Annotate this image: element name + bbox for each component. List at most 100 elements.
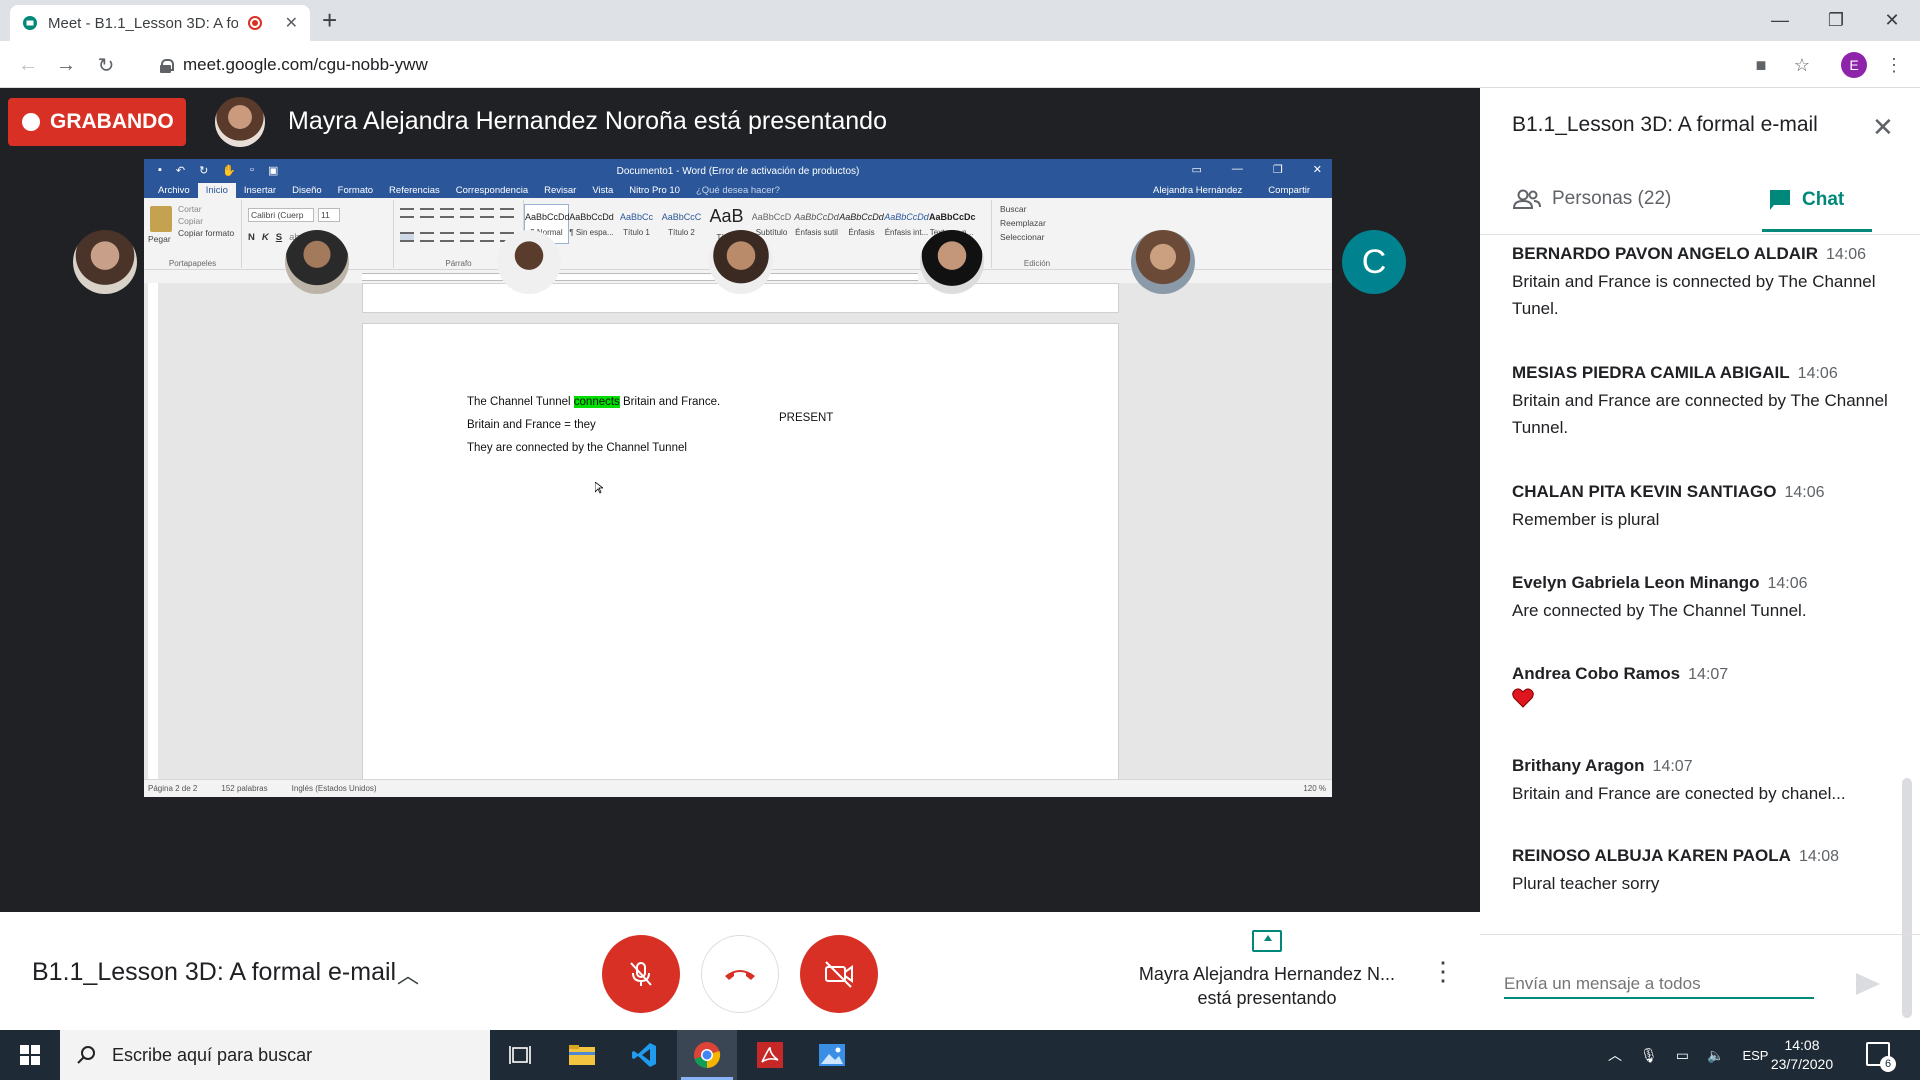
tab-people[interactable]: Personas (22): [1512, 188, 1671, 210]
menu-vista[interactable]: Vista: [584, 183, 621, 198]
paste-icon[interactable]: [150, 206, 172, 232]
word-restore-icon[interactable]: ❐: [1273, 163, 1283, 176]
taskbar-clock[interactable]: 14:08 23/7/2020: [1760, 1036, 1844, 1074]
style-emphasis[interactable]: AaBbCcDd Énfasis: [839, 204, 884, 244]
browser-menu-icon[interactable]: ⋮: [1882, 53, 1906, 77]
minimize-window-icon[interactable]: —: [1752, 0, 1808, 41]
multilevel-icon[interactable]: [440, 208, 454, 218]
word-close-icon[interactable]: ✕: [1313, 163, 1322, 176]
bullets-icon[interactable]: [400, 208, 414, 218]
taskbar-search[interactable]: Escribe aquí para buscar: [60, 1030, 490, 1080]
menu-referencias[interactable]: Referencias: [381, 183, 448, 198]
menu-insertar[interactable]: Insertar: [236, 183, 284, 198]
camera-off-button[interactable]: [800, 935, 878, 1013]
increase-indent-icon[interactable]: [480, 208, 494, 218]
save-icon[interactable]: ▪: [158, 164, 162, 177]
presenting-status[interactable]: Mayra Alejandra Hernandez N... está pres…: [1122, 930, 1412, 1010]
profile-avatar[interactable]: E: [1841, 52, 1867, 78]
notification-center-icon[interactable]: 6: [1866, 1042, 1896, 1072]
taskbar-acrobat[interactable]: [740, 1030, 800, 1080]
menu-formato[interactable]: Formato: [330, 183, 381, 198]
reload-icon[interactable]: ↻: [92, 51, 120, 79]
decrease-indent-icon[interactable]: [460, 208, 474, 218]
participant-thumbnail[interactable]: [497, 230, 561, 294]
back-icon[interactable]: ←: [14, 51, 42, 79]
menu-inicio[interactable]: Inicio: [197, 183, 236, 198]
new-doc-icon[interactable]: ▫: [250, 164, 254, 177]
select-button[interactable]: Seleccionar: [1000, 232, 1046, 242]
bold-icon[interactable]: N: [248, 232, 255, 243]
redo-icon[interactable]: ↻: [199, 164, 208, 177]
restore-window-icon[interactable]: ❐: [1808, 0, 1864, 41]
start-button[interactable]: [0, 1030, 60, 1080]
replace-button[interactable]: Reemplazar: [1000, 218, 1046, 228]
browser-tab-meet[interactable]: Meet - B1.1_Lesson 3D: A for ✕: [10, 5, 310, 41]
network-icon[interactable]: ▭: [1676, 1047, 1689, 1064]
style-heading-2[interactable]: AaBbCcC Título 2: [659, 204, 704, 244]
taskbar-file-explorer[interactable]: [552, 1030, 612, 1080]
align-right-icon[interactable]: [440, 232, 454, 242]
undo-icon[interactable]: ↶: [176, 164, 185, 177]
style-heading-1[interactable]: AaBbCc Título 1: [614, 204, 659, 244]
taskbar-chrome[interactable]: [677, 1030, 737, 1080]
more-options-icon[interactable]: ⋮: [1430, 958, 1456, 984]
touch-mode-icon[interactable]: ✋: [222, 164, 236, 177]
new-tab-button[interactable]: +: [322, 6, 337, 34]
forward-icon[interactable]: →: [52, 51, 80, 79]
numbering-icon[interactable]: [420, 208, 434, 218]
sort-icon[interactable]: [500, 208, 514, 218]
microphone-icon[interactable]: 🎙: [1640, 1047, 1658, 1064]
participant-thumbnail[interactable]: [285, 230, 349, 294]
taskbar-vscode[interactable]: [614, 1030, 674, 1080]
menu-nitro[interactable]: Nitro Pro 10: [621, 183, 688, 198]
hang-up-button[interactable]: [701, 935, 779, 1013]
mic-off-button[interactable]: [602, 935, 680, 1013]
menu-revisar[interactable]: Revisar: [536, 183, 584, 198]
document-page[interactable]: The Channel Tunnel connects Britain and …: [362, 323, 1119, 793]
participant-thumbnail[interactable]: [920, 230, 984, 294]
cut-button[interactable]: Cortar: [178, 204, 234, 214]
participant-initial-avatar[interactable]: C: [1342, 230, 1406, 294]
participant-thumbnail[interactable]: [73, 230, 137, 294]
style-subtle-emphasis[interactable]: AaBbCcDd Énfasis sutil: [794, 204, 839, 244]
task-view-button[interactable]: [490, 1030, 550, 1080]
italic-icon[interactable]: K: [262, 232, 269, 243]
meeting-title[interactable]: B1.1_Lesson 3D: A formal e-mail: [32, 958, 396, 987]
line-spacing-icon[interactable]: [480, 232, 494, 242]
chat-message-input[interactable]: [1504, 971, 1814, 999]
print-preview-icon[interactable]: ▣: [268, 164, 278, 177]
taskbar-photos[interactable]: [802, 1030, 862, 1080]
copy-button[interactable]: Copiar: [178, 216, 234, 226]
status-zoom[interactable]: 120 %: [1303, 784, 1326, 793]
show-hidden-icons-icon[interactable]: ︿: [1608, 1045, 1622, 1065]
menu-diseno[interactable]: Diseño: [284, 183, 330, 198]
chevron-up-icon[interactable]: ︿: [397, 958, 419, 990]
omnibox[interactable]: meet.google.com/cgu-nobb-yww: [142, 47, 1792, 83]
send-icon[interactable]: [1856, 973, 1880, 995]
justify-icon[interactable]: [460, 232, 474, 242]
align-center-icon[interactable]: [420, 232, 434, 242]
find-button[interactable]: Buscar: [1000, 204, 1046, 214]
close-panel-icon[interactable]: ✕: [1872, 112, 1894, 143]
tell-me-field[interactable]: ¿Qué desea hacer?: [688, 183, 788, 198]
bookmark-star-icon[interactable]: ☆: [1790, 53, 1814, 77]
format-painter-button[interactable]: Copiar formato: [178, 228, 234, 238]
font-name-select[interactable]: Calibri (Cuerp: [248, 208, 314, 222]
tab-chat[interactable]: Chat: [1768, 188, 1844, 212]
participant-thumbnail[interactable]: [709, 230, 773, 294]
underline-icon[interactable]: S: [276, 232, 282, 243]
style-intense-emphasis[interactable]: AaBbCcDd Énfasis int...: [884, 204, 929, 244]
font-size-select[interactable]: 11: [318, 208, 340, 222]
participant-thumbnail[interactable]: [1131, 230, 1195, 294]
menu-archivo[interactable]: Archivo: [150, 183, 198, 198]
camera-blocked-icon[interactable]: ■: [1749, 53, 1773, 77]
word-minimize-icon[interactable]: —: [1232, 163, 1243, 176]
close-window-icon[interactable]: ✕: [1864, 0, 1920, 41]
volume-icon[interactable]: 🔈: [1707, 1047, 1724, 1064]
menu-correspondencia[interactable]: Correspondencia: [448, 183, 536, 198]
align-left-icon[interactable]: [400, 232, 414, 242]
tab-close-icon[interactable]: ✕: [285, 13, 298, 33]
style-no-spacing[interactable]: AaBbCcDd ¶ Sin espa...: [569, 204, 614, 244]
ribbon-display-icon[interactable]: ▭: [1192, 163, 1202, 176]
share-button[interactable]: Compartir: [1260, 183, 1318, 198]
